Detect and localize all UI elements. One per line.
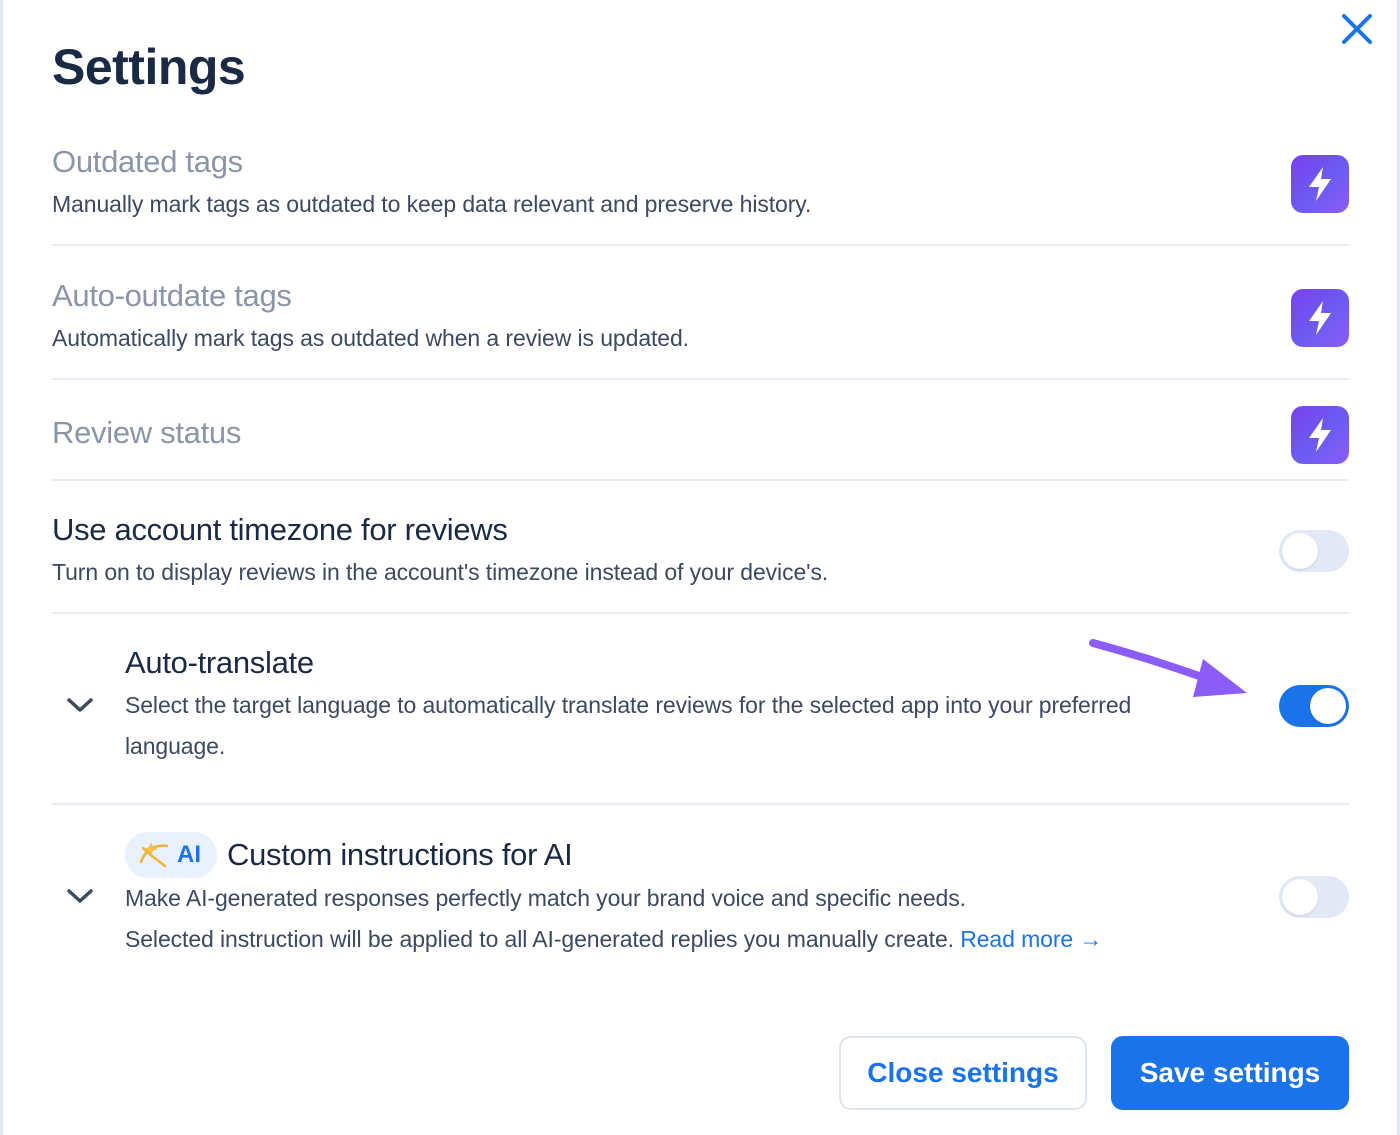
close-settings-button[interactable]: Close settings bbox=[839, 1036, 1087, 1110]
setting-description-line1: Make AI-generated responses perfectly ma… bbox=[125, 885, 966, 911]
toggle-knob bbox=[1282, 879, 1318, 915]
close-dialog-button[interactable] bbox=[1336, 8, 1378, 50]
setting-account-timezone: Use account timezone for reviews Turn on… bbox=[52, 512, 1349, 593]
setting-title: Auto-translate bbox=[125, 645, 314, 680]
divider bbox=[52, 612, 1349, 614]
save-settings-button[interactable]: Save settings bbox=[1111, 1036, 1349, 1110]
divider bbox=[52, 803, 1349, 805]
setting-outdated-tags: Outdated tags Manually mark tags as outd… bbox=[52, 144, 1349, 225]
ai-sparkle-icon bbox=[139, 842, 169, 868]
setting-title: Custom instructions for AI bbox=[227, 837, 573, 872]
chevron-down-icon bbox=[67, 889, 93, 903]
left-edge bbox=[0, 0, 3, 1135]
close-icon bbox=[1342, 14, 1372, 44]
page-title: Settings bbox=[52, 39, 246, 95]
setting-auto-translate: Auto-translate Select the target languag… bbox=[125, 645, 1225, 767]
upgrade-bolt-icon[interactable] bbox=[1291, 289, 1349, 347]
custom-instructions-toggle[interactable] bbox=[1279, 876, 1349, 918]
setting-custom-instructions-ai: AI Custom instructions for AI Make AI-ge… bbox=[125, 832, 1265, 960]
upgrade-bolt-icon[interactable] bbox=[1291, 155, 1349, 213]
upgrade-bolt-icon[interactable] bbox=[1291, 406, 1349, 464]
divider bbox=[52, 244, 1349, 246]
ai-badge: AI bbox=[125, 832, 217, 878]
chevron-down-icon bbox=[67, 698, 93, 712]
setting-title: Auto-outdate tags bbox=[52, 278, 292, 313]
expand-custom-instructions-button[interactable] bbox=[63, 879, 97, 913]
setting-description: Automatically mark tags as outdated when… bbox=[52, 325, 689, 351]
setting-description-line2: Selected instruction will be applied to … bbox=[125, 926, 954, 952]
ai-badge-label: AI bbox=[177, 841, 201, 868]
setting-title-line: AI Custom instructions for AI bbox=[125, 832, 1265, 878]
setting-review-status: Review status bbox=[52, 415, 1349, 451]
divider bbox=[52, 479, 1349, 481]
timezone-toggle[interactable] bbox=[1279, 530, 1349, 572]
auto-translate-toggle[interactable] bbox=[1279, 685, 1349, 727]
expand-auto-translate-button[interactable] bbox=[63, 688, 97, 722]
setting-auto-outdate-tags: Auto-outdate tags Automatically mark tag… bbox=[52, 278, 1349, 359]
toggle-knob bbox=[1310, 688, 1346, 724]
setting-title: Outdated tags bbox=[52, 144, 243, 179]
setting-description-line1: Select the target language to automatica… bbox=[125, 692, 1132, 718]
setting-title: Review status bbox=[52, 415, 242, 450]
divider bbox=[52, 378, 1349, 380]
setting-title: Use account timezone for reviews bbox=[52, 512, 508, 547]
setting-description-line2: language. bbox=[125, 733, 226, 759]
setting-description: Manually mark tags as outdated to keep d… bbox=[52, 191, 812, 217]
read-more-link[interactable]: Read more → bbox=[960, 926, 1102, 952]
setting-description-line2-wrap: Selected instruction will be applied to … bbox=[125, 919, 1265, 960]
setting-description: Turn on to display reviews in the accoun… bbox=[52, 559, 829, 585]
annotation-arrow-icon bbox=[1089, 639, 1247, 697]
toggle-knob bbox=[1282, 533, 1318, 569]
